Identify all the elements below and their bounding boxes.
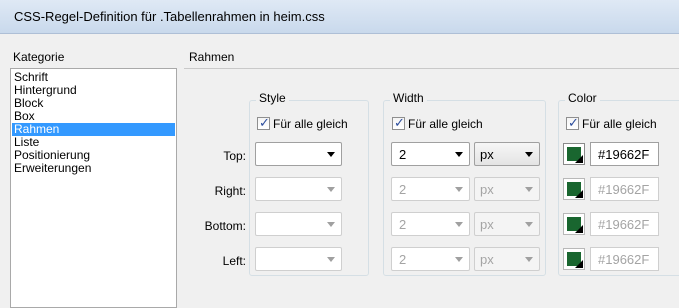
dropdown-corner-icon [575, 190, 583, 198]
category-list[interactable]: Schrift Hintergrund Block Box Rahmen Lis… [10, 68, 177, 308]
chevron-down-icon [525, 187, 533, 192]
top-width-value: 2 [399, 147, 407, 162]
chevron-down-icon [455, 257, 463, 262]
top-label: Top: [223, 149, 246, 163]
panel-header: Rahmen [189, 50, 235, 64]
right-width-value: 2 [399, 182, 407, 197]
right-style-select[interactable] [255, 177, 342, 201]
chevron-down-icon [327, 257, 335, 262]
top-width-select[interactable]: 2 [391, 142, 470, 166]
chevron-down-icon [525, 222, 533, 227]
bottom-width-value: 2 [399, 217, 407, 232]
left-unit-select[interactable]: px [474, 247, 540, 271]
top-color-swatch[interactable] [563, 143, 585, 165]
bottom-unit-value: px [480, 217, 494, 232]
bottom-color-value: #19662F [598, 217, 650, 232]
panel-header-divider [184, 68, 679, 69]
style-group-title: Style [256, 91, 289, 105]
chevron-down-icon [327, 187, 335, 192]
dropdown-corner-icon [575, 155, 583, 163]
width-same-checkbox[interactable] [392, 115, 405, 131]
category-item-erweiterungen[interactable]: Erweiterungen [12, 162, 175, 175]
chevron-down-icon [327, 152, 335, 157]
right-unit-value: px [480, 182, 494, 197]
left-label: Left: [222, 254, 246, 268]
chevron-down-icon [525, 152, 533, 157]
left-color-field[interactable]: #19662F [590, 247, 659, 271]
right-color-value: #19662F [598, 182, 650, 197]
category-item-block[interactable]: Block [12, 97, 175, 110]
right-color-swatch[interactable] [563, 178, 585, 200]
bottom-width-select[interactable]: 2 [391, 212, 470, 236]
bottom-color-swatch[interactable] [563, 213, 585, 235]
dropdown-corner-icon [575, 260, 583, 268]
top-unit-select[interactable]: px [474, 142, 540, 166]
chevron-down-icon [327, 222, 335, 227]
bottom-style-select[interactable] [255, 212, 342, 236]
color-same-checkbox[interactable] [566, 115, 579, 131]
left-width-select[interactable]: 2 [391, 247, 470, 271]
title-bar: CSS-Regel-Definition für .Tabellenrahmen… [0, 0, 679, 34]
style-same-checkbox[interactable] [257, 115, 270, 131]
chevron-down-icon [455, 187, 463, 192]
color-group-title: Color [565, 91, 600, 105]
category-header: Kategorie [13, 50, 65, 64]
left-width-value: 2 [399, 252, 407, 267]
left-style-select[interactable] [255, 247, 342, 271]
top-color-field[interactable]: #19662F [590, 142, 659, 166]
style-same-label: Für alle gleich [273, 117, 348, 131]
top-unit-value: px [480, 147, 494, 162]
right-width-select[interactable]: 2 [391, 177, 470, 201]
chevron-down-icon [525, 257, 533, 262]
chevron-down-icon [455, 152, 463, 157]
dropdown-corner-icon [575, 225, 583, 233]
right-label: Right: [214, 184, 246, 198]
color-same-label: Für alle gleich [582, 117, 657, 131]
top-color-value: #19662F [598, 147, 650, 162]
left-color-value: #19662F [598, 252, 650, 267]
dialog-body: Kategorie Rahmen Schrift Hintergrund Blo… [0, 34, 679, 308]
width-group-title: Width [390, 91, 427, 105]
left-unit-value: px [480, 252, 494, 267]
bottom-label: Bottom: [204, 219, 246, 233]
right-unit-select[interactable]: px [474, 177, 540, 201]
right-color-field[interactable]: #19662F [590, 177, 659, 201]
chevron-down-icon [455, 222, 463, 227]
top-style-select[interactable] [255, 142, 342, 166]
window-title: CSS-Regel-Definition für .Tabellenrahmen… [14, 9, 325, 24]
bottom-unit-select[interactable]: px [474, 212, 540, 236]
width-same-label: Für alle gleich [408, 117, 483, 131]
left-color-swatch[interactable] [563, 248, 585, 270]
bottom-color-field[interactable]: #19662F [590, 212, 659, 236]
